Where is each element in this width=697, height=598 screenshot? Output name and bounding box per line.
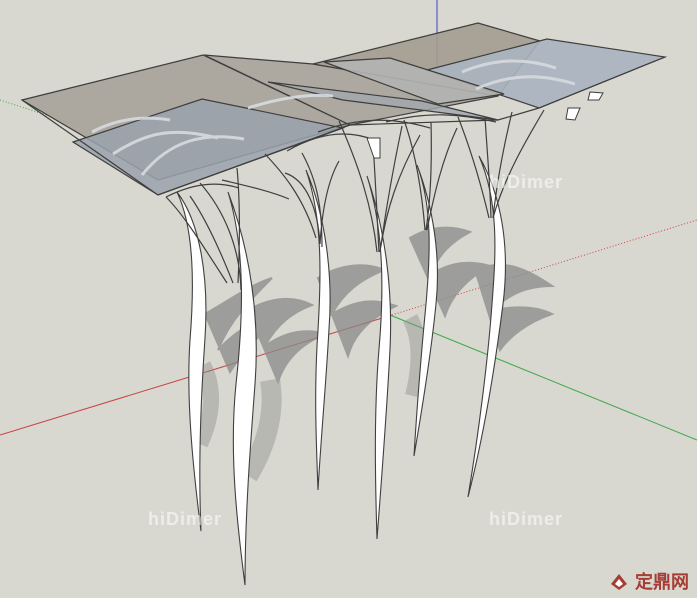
watermark-top-right: hiDimer: [489, 172, 564, 192]
shadow-trunk-3: [402, 314, 427, 398]
canopy-model-render: [0, 0, 697, 586]
cap-left: [366, 137, 381, 159]
model-viewport[interactable]: hiDimer hiDimer hiDimer 定鼎网: [0, 0, 697, 598]
cap-right: [565, 107, 581, 121]
branch-set-6: [457, 109, 545, 219]
branch-set-3: [264, 152, 340, 248]
column-5: [413, 164, 438, 457]
column-3: [305, 169, 331, 491]
branch-set-5: [403, 119, 458, 231]
tree-columns: [176, 155, 506, 586]
logo-icon: [611, 574, 627, 590]
column-2: [227, 191, 257, 586]
column-4: [366, 175, 392, 540]
shadow-cluster-5: [473, 263, 556, 353]
green-axis-main: [389, 314, 697, 441]
watermark-bottom-right: hiDimer: [489, 509, 564, 529]
shadow-cluster-2: [246, 298, 328, 385]
cap-far-right: [587, 91, 604, 101]
watermark-bottom-left: hiDimer: [148, 509, 223, 529]
brand-logo: 定鼎网: [608, 570, 689, 592]
brand-text: 定鼎网: [635, 572, 689, 592]
